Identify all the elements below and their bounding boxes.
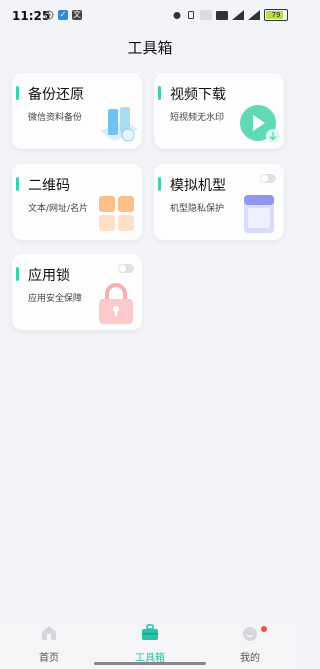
accent-bar — [158, 86, 161, 100]
hd-icon — [216, 10, 228, 20]
accent-bar — [16, 267, 19, 281]
accent-bar — [16, 177, 19, 191]
tool-title: 备份还原 — [28, 87, 84, 103]
tool-subtitle: 短视频无水印 — [170, 113, 225, 123]
page-title: 工具箱 — [127, 39, 173, 57]
tool-title: 视频下载 — [170, 87, 226, 103]
phone-device-icon — [244, 195, 274, 233]
accent-bar — [16, 86, 19, 100]
tool-subtitle: 应用安全保障 — [28, 294, 83, 304]
tool-card-app-lock[interactable]: 应用锁 应用安全保障 — [12, 254, 142, 330]
tool-card-video-download[interactable]: 视频下载 短视频无水印 — [154, 73, 284, 149]
nav-home-label: 首页 — [39, 653, 59, 664]
vibrate-icon — [188, 11, 194, 19]
video-download-icon — [240, 105, 280, 143]
notification-badge — [261, 626, 267, 632]
status-bar: 11:25 ✓ 文 79 — [0, 0, 300, 30]
network-speed-icon — [200, 10, 212, 20]
nav-mine-label: 我的 — [240, 653, 260, 664]
backup-restore-icon — [100, 107, 138, 142]
translate-notification-icon: 文 — [72, 10, 82, 20]
signal-5g-icon — [248, 10, 260, 20]
tool-subtitle: 文本/网址/名片 — [28, 204, 89, 214]
tool-title: 二维码 — [28, 178, 70, 194]
clock-icon — [44, 10, 54, 20]
home-icon — [42, 626, 56, 640]
qr-code-icon — [99, 196, 134, 231]
tool-card-backup-restore[interactable]: 备份还原 微信资料备份 — [12, 73, 142, 149]
battery-icon: 79 — [264, 9, 288, 21]
battery-level: 79 — [271, 11, 281, 19]
tool-title: 模拟机型 — [170, 178, 226, 194]
tool-title: 应用锁 — [28, 268, 70, 284]
tool-card-device-simulation[interactable]: 模拟机型 机型隐私保护 — [154, 164, 284, 240]
accent-bar — [158, 177, 161, 191]
tool-subtitle: 微信资料备份 — [28, 113, 83, 123]
app-notification-icon: ✓ — [58, 10, 68, 20]
gesture-bar — [94, 662, 206, 665]
nav-home[interactable]: 首页 — [19, 623, 79, 664]
device-simulation-toggle[interactable] — [260, 174, 276, 183]
tool-card-qr-code[interactable]: 二维码 文本/网址/名片 — [12, 164, 142, 240]
system-icons: 79 — [172, 9, 288, 21]
tool-subtitle: 机型隐私保护 — [170, 204, 225, 214]
lock-icon — [99, 283, 133, 324]
app-lock-toggle[interactable] — [118, 264, 134, 273]
toolbox-icon — [142, 624, 158, 640]
nav-toolbox[interactable]: 工具箱 — [120, 623, 180, 664]
signal-4g-icon — [232, 10, 244, 20]
nav-mine[interactable]: 我的 — [220, 623, 280, 664]
alarm-icon — [173, 12, 181, 19]
profile-icon — [243, 627, 257, 641]
notification-icons: ✓ 文 — [44, 10, 82, 20]
